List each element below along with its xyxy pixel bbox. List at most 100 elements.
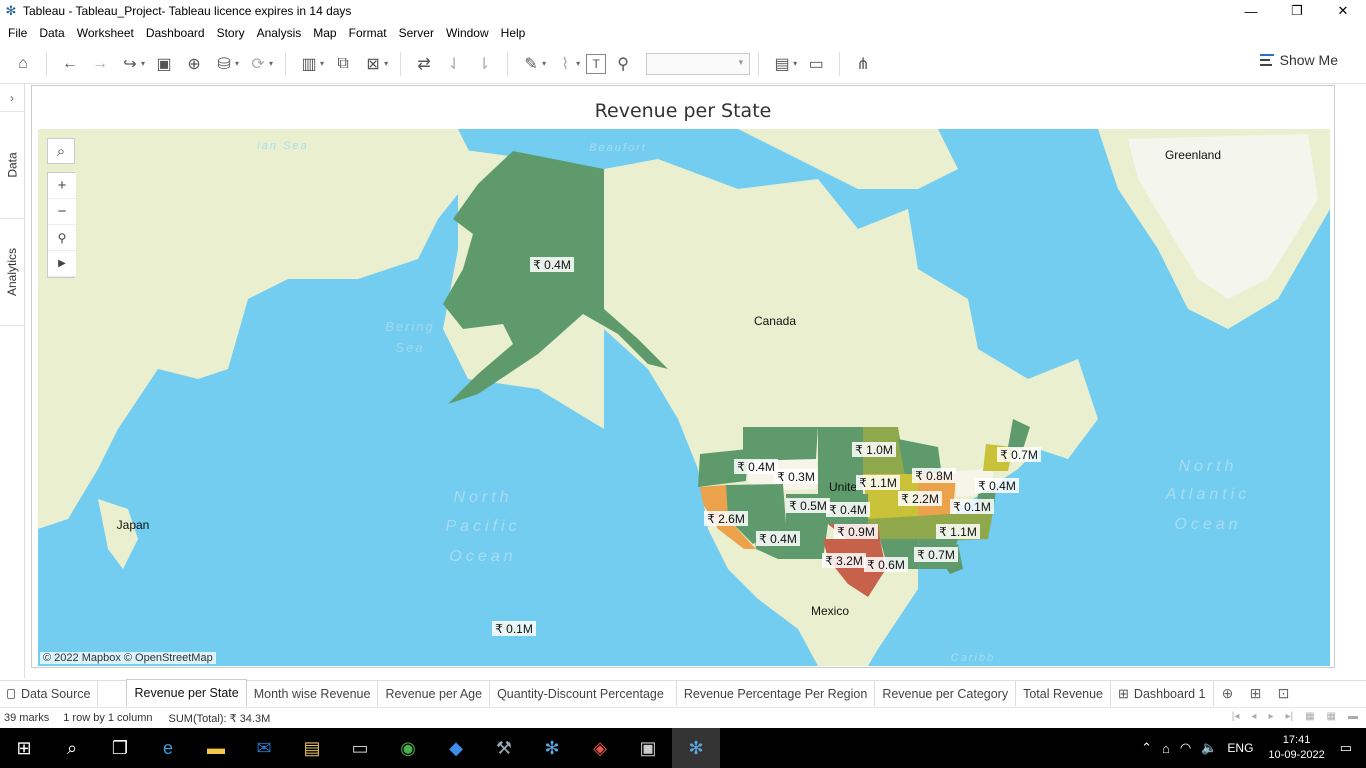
home-icon[interactable]: ⌂ bbox=[10, 51, 36, 77]
map-attribution[interactable]: © 2022 Mapbox © OpenStreetMap bbox=[40, 652, 216, 664]
menu-data[interactable]: Data bbox=[33, 26, 70, 40]
show-sheet-sorter-icon[interactable]: ▦ bbox=[1327, 711, 1336, 722]
language-indicator[interactable]: ENG bbox=[1227, 741, 1253, 755]
clear-sheet-dropdown-icon[interactable]: ▾ bbox=[384, 59, 388, 68]
tab-revenue-per-age[interactable]: Revenue per Age bbox=[378, 681, 491, 706]
show-cards-dropdown-icon[interactable]: ▾ bbox=[793, 59, 797, 68]
map-view[interactable]: Greenland Canada Mexico Japan Unite Beri… bbox=[38, 129, 1330, 666]
tableau-active-taskbar-icon[interactable]: ✻ bbox=[672, 728, 720, 768]
new-worksheet-dropdown-icon[interactable]: ▾ bbox=[320, 59, 324, 68]
new-story-tab-icon[interactable]: ⊡ bbox=[1270, 681, 1298, 706]
tab-revenue-percentage-region[interactable]: Revenue Percentage Per Region bbox=[677, 681, 876, 706]
tableau-taskbar-icon[interactable]: ✻ bbox=[528, 728, 576, 768]
map-toolbar-expand-icon[interactable]: ▶ bbox=[48, 251, 76, 277]
menu-help[interactable]: Help bbox=[495, 26, 532, 40]
new-data-source-icon[interactable]: ⊕ bbox=[181, 51, 207, 77]
pause-updates-icon[interactable]: ⛁ bbox=[211, 51, 237, 77]
pause-updates-dropdown-icon[interactable]: ▾ bbox=[235, 59, 239, 68]
close-icon[interactable]: ✕ bbox=[1320, 0, 1366, 22]
ie-browser-icon[interactable]: e bbox=[144, 728, 192, 768]
tools-app-icon[interactable]: ⚒ bbox=[480, 728, 528, 768]
cmd-icon[interactable]: ▣ bbox=[624, 728, 672, 768]
refresh-dropdown-icon[interactable]: ▾ bbox=[269, 59, 273, 68]
state-montana[interactable] bbox=[743, 427, 818, 461]
next-sheet-icon[interactable]: ▸ bbox=[1268, 711, 1273, 722]
presentation-mode-icon[interactable]: ▭ bbox=[803, 51, 829, 77]
menu-story[interactable]: Story bbox=[211, 26, 251, 40]
menu-window[interactable]: Window bbox=[440, 26, 495, 40]
terminal-icon[interactable]: ▭ bbox=[336, 728, 384, 768]
windows-start-icon[interactable]: ⊞ bbox=[0, 728, 48, 768]
new-worksheet-tab-icon[interactable]: ⊕ bbox=[1214, 681, 1242, 706]
show-me-button[interactable]: Show Me bbox=[1259, 52, 1338, 68]
menu-server[interactable]: Server bbox=[393, 26, 440, 40]
show-filmstrip-icon[interactable]: ▦ bbox=[1305, 711, 1314, 722]
search-icon[interactable]: ⌕ bbox=[48, 728, 96, 768]
show-mark-labels-icon[interactable]: T bbox=[586, 53, 607, 74]
group-members-icon[interactable]: ⌇ bbox=[552, 51, 578, 77]
menu-map[interactable]: Map bbox=[307, 26, 342, 40]
task-view-icon[interactable]: ❐ bbox=[96, 728, 144, 768]
menu-analysis[interactable]: Analysis bbox=[251, 26, 308, 40]
zoom-out-icon[interactable]: − bbox=[48, 199, 76, 225]
prev-sheet-icon[interactable]: ◂ bbox=[1251, 711, 1256, 722]
clock[interactable]: 17:41 10-09-2022 bbox=[1268, 733, 1324, 763]
tab-dashboard-1[interactable]: ⊞ Dashboard 1 bbox=[1111, 681, 1214, 706]
zoom-in-icon[interactable]: + bbox=[48, 173, 76, 199]
duplicate-sheet-icon[interactable]: ⧉ bbox=[330, 51, 356, 77]
menu-dashboard[interactable]: Dashboard bbox=[140, 26, 211, 40]
last-sheet-icon[interactable]: ▸| bbox=[1285, 711, 1293, 722]
notifications-icon[interactable]: ▭ bbox=[1340, 740, 1352, 756]
highlight-icon[interactable]: ✎ bbox=[518, 51, 544, 77]
highlight-dropdown-icon[interactable]: ▾ bbox=[542, 59, 546, 68]
tab-quantity-discount[interactable]: Quantity-Discount Percentage bbox=[490, 681, 677, 706]
show-tabs-icon[interactable]: ▬ bbox=[1348, 711, 1358, 722]
notes-app-icon[interactable]: ▤ bbox=[288, 728, 336, 768]
swap-rows-columns-icon[interactable]: ⇄ bbox=[411, 51, 437, 77]
tab-label: Month wise Revenue bbox=[253, 686, 371, 701]
tab-total-revenue[interactable]: Total Revenue bbox=[1016, 681, 1112, 706]
chrome-icon[interactable]: ◉ bbox=[384, 728, 432, 768]
tab-revenue-per-category[interactable]: Revenue per Category bbox=[875, 681, 1017, 706]
menu-format[interactable]: Format bbox=[343, 26, 393, 40]
menu-file[interactable]: File bbox=[2, 26, 33, 40]
tab-data-source[interactable]: Data Source bbox=[0, 681, 99, 706]
network-icon[interactable]: ⌂ bbox=[1162, 741, 1170, 756]
group-dropdown-icon[interactable]: ▾ bbox=[576, 59, 580, 68]
restore-icon[interactable]: ❐ bbox=[1274, 0, 1320, 22]
redo-icon[interactable]: → bbox=[87, 51, 113, 77]
tab-label: Revenue per Age bbox=[385, 686, 483, 701]
sort-descending-icon[interactable]: ⇂ bbox=[471, 51, 497, 77]
new-dashboard-tab-icon[interactable]: ⊞ bbox=[1242, 681, 1270, 706]
map-search-icon[interactable]: ⌕ bbox=[47, 138, 75, 164]
clear-sheet-icon[interactable]: ⊠ bbox=[360, 51, 386, 77]
share-icon[interactable]: ⋔ bbox=[850, 51, 876, 77]
replay-dropdown-icon[interactable]: ▾ bbox=[141, 59, 145, 68]
show-cards-icon[interactable]: ▤ bbox=[769, 51, 795, 77]
wifi-icon[interactable]: ◠ bbox=[1180, 740, 1191, 756]
file-explorer-icon[interactable]: ▬ bbox=[192, 728, 240, 768]
reset-map-icon[interactable]: ⚲ bbox=[48, 225, 76, 251]
menu-worksheet[interactable]: Worksheet bbox=[71, 26, 140, 40]
minimize-icon[interactable]: — bbox=[1228, 0, 1274, 22]
git-icon[interactable]: ◈ bbox=[576, 728, 624, 768]
replay-icon[interactable]: ↪ bbox=[117, 51, 143, 77]
first-sheet-icon[interactable]: |◂ bbox=[1232, 711, 1240, 722]
undo-icon[interactable]: ← bbox=[57, 51, 83, 77]
outlook-icon[interactable]: ✉ bbox=[240, 728, 288, 768]
fit-select[interactable] bbox=[646, 52, 751, 75]
tab-revenue-per-state[interactable]: Revenue per State bbox=[126, 679, 247, 706]
expand-panel-icon[interactable]: › bbox=[0, 84, 24, 112]
refresh-icon[interactable]: ⟳ bbox=[245, 51, 271, 77]
save-icon[interactable]: ▣ bbox=[151, 51, 177, 77]
analytics-tab[interactable]: Analytics bbox=[0, 219, 25, 326]
volume-icon[interactable]: 🔈 bbox=[1201, 740, 1217, 756]
show-hidden-icons-icon[interactable]: ⌃ bbox=[1141, 740, 1152, 756]
new-worksheet-icon[interactable]: ▥ bbox=[296, 51, 322, 77]
tab-label: Dashboard 1 bbox=[1133, 686, 1206, 701]
data-tab[interactable]: Data bbox=[0, 112, 25, 219]
tab-month-wise-revenue[interactable]: Month wise Revenue bbox=[247, 681, 379, 706]
fix-axes-icon[interactable]: ⚲ bbox=[610, 51, 636, 77]
sort-ascending-icon[interactable]: ⇃ bbox=[441, 51, 467, 77]
vscode-icon[interactable]: ◆ bbox=[432, 728, 480, 768]
